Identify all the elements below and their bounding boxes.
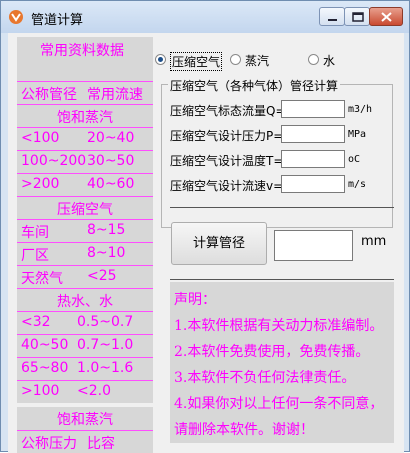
app-icon (9, 10, 23, 24)
header-right: 比容 (87, 436, 115, 452)
flow-unit: m3/h (348, 104, 373, 115)
result-unit: mm (361, 234, 387, 249)
cell: <2.0 (77, 383, 111, 399)
app-window: 管道计算 常用资料数据 公称管径 常用流速 饱和蒸汽 <100 20~40 100… (0, 0, 410, 453)
table-row: 厂区 8~10 (17, 242, 153, 265)
header-right: 常用流速 (87, 87, 143, 103)
pressure-label: 压缩空气设计压力P= (170, 129, 284, 143)
cell: >100 (21, 383, 60, 399)
maximize-icon (352, 12, 364, 22)
radio-label: 水 (323, 54, 336, 68)
section-title-row: 饱和蒸汽 (17, 407, 153, 430)
velocity-label: 压缩空气设计流速v= (170, 179, 284, 193)
cell: 天然气 (21, 271, 63, 287)
calculate-button[interactable]: 计算管径 (171, 222, 267, 265)
minimize-icon (328, 19, 337, 21)
pressure-input[interactable] (281, 125, 345, 143)
cell: >200 (21, 176, 60, 192)
cell: 65~80 (21, 360, 69, 376)
flow-input[interactable] (281, 100, 345, 118)
table-row: >200 40~60 (17, 173, 153, 196)
cell: 40~60 (87, 176, 135, 192)
cell: 30~50 (87, 153, 135, 169)
note-line: 2.本软件免费使用，免费传播。 (174, 344, 370, 360)
cell: 100~200 (21, 153, 87, 169)
radio-water[interactable]: 水 (308, 52, 348, 68)
reference-header-row-2: 公称压力 比容 (17, 430, 153, 453)
header-left: 公称压力 (21, 436, 77, 452)
window-title: 管道计算 (31, 13, 84, 28)
reference-header-row: 公称管径 常用流速 (17, 81, 153, 104)
radio-steam[interactable]: 蒸汽 (230, 52, 280, 68)
reference-heading: 常用资料数据 (40, 43, 124, 59)
cell: <32 (21, 314, 51, 330)
cell: 40~50 (21, 337, 69, 353)
disclaimer-box: 声明： 1.本软件根据有关动力标准编制。 2.本软件免费使用，免费传播。 3.本… (170, 282, 394, 443)
table-row: >100 <2.0 (17, 380, 153, 403)
result-field[interactable] (274, 230, 353, 261)
table-row: <100 20~40 (17, 127, 153, 150)
note-line: 声明： (174, 292, 216, 308)
section-title: 热水、水 (57, 294, 113, 310)
cell: 0.5~0.7 (77, 314, 134, 330)
maximize-button[interactable] (344, 7, 370, 26)
cell: 厂区 (21, 248, 49, 264)
section-title-row: 压缩空气 (17, 196, 153, 219)
divider (170, 207, 394, 208)
pressure-unit: MPa (348, 129, 367, 140)
radio-label: 蒸汽 (245, 54, 270, 68)
cell: 8~15 (87, 222, 126, 238)
cell: <100 (21, 130, 60, 146)
reference-panel: 常用资料数据 公称管径 常用流速 饱和蒸汽 <100 20~40 100~200 3… (17, 37, 153, 453)
cell: <25 (87, 268, 117, 284)
velocity-input[interactable] (281, 175, 345, 193)
cell: 车间 (21, 225, 49, 241)
note-line: 1.本软件根据有关动力标准编制。 (174, 318, 384, 334)
radio-indicator (308, 54, 319, 65)
note-line: 请删除本软件。谢谢！ (174, 422, 314, 438)
table-row: 100~200 30~50 (17, 150, 153, 173)
cell: 0.7~1.0 (77, 337, 134, 353)
section-title-row: 热水、水 (17, 288, 153, 311)
table-row: 天然气 <25 (17, 265, 153, 288)
table-row: <32 0.5~0.7 (17, 311, 153, 334)
table-row: 车间 8~15 (17, 219, 153, 242)
client-area: 常用资料数据 公称管径 常用流速 饱和蒸汽 <100 20~40 100~200 3… (8, 33, 404, 453)
section-title: 饱和蒸汽 (57, 412, 113, 428)
close-button[interactable] (369, 7, 403, 26)
section-title-row: 饱和蒸汽 (17, 104, 153, 127)
close-icon (381, 12, 392, 22)
cell: 8~10 (87, 245, 126, 261)
radio-indicator (155, 54, 166, 65)
section-title: 饱和蒸汽 (57, 110, 113, 126)
radio-compressed-air[interactable]: 压缩空气 (155, 52, 227, 71)
temperature-label: 压缩空气设计温度T= (170, 154, 284, 168)
calc-group-title: 压缩空气（各种气体）管径计算 (168, 77, 341, 94)
header-left: 公称管径 (21, 87, 77, 103)
note-line: 4.如果你对以上任何一条不同意， (174, 396, 384, 412)
section-title: 压缩空气 (57, 202, 113, 218)
title-bar[interactable]: 管道计算 (1, 1, 409, 33)
cell: 1.0~1.6 (77, 360, 134, 376)
cell: 20~40 (87, 130, 135, 146)
minimize-button[interactable] (319, 7, 345, 26)
table-row: 40~50 0.7~1.0 (17, 334, 153, 357)
radio-indicator (230, 54, 241, 65)
table-row: 65~80 1.0~1.6 (17, 357, 153, 380)
temperature-input[interactable] (281, 150, 345, 168)
divider (170, 279, 394, 280)
temperature-unit: oC (348, 154, 361, 165)
radio-label: 压缩空气 (170, 52, 223, 71)
flow-label: 压缩空气标态流量Q= (170, 104, 286, 118)
velocity-unit: m/s (348, 179, 367, 190)
note-line: 3.本软件不负任何法律责任。 (174, 370, 356, 386)
